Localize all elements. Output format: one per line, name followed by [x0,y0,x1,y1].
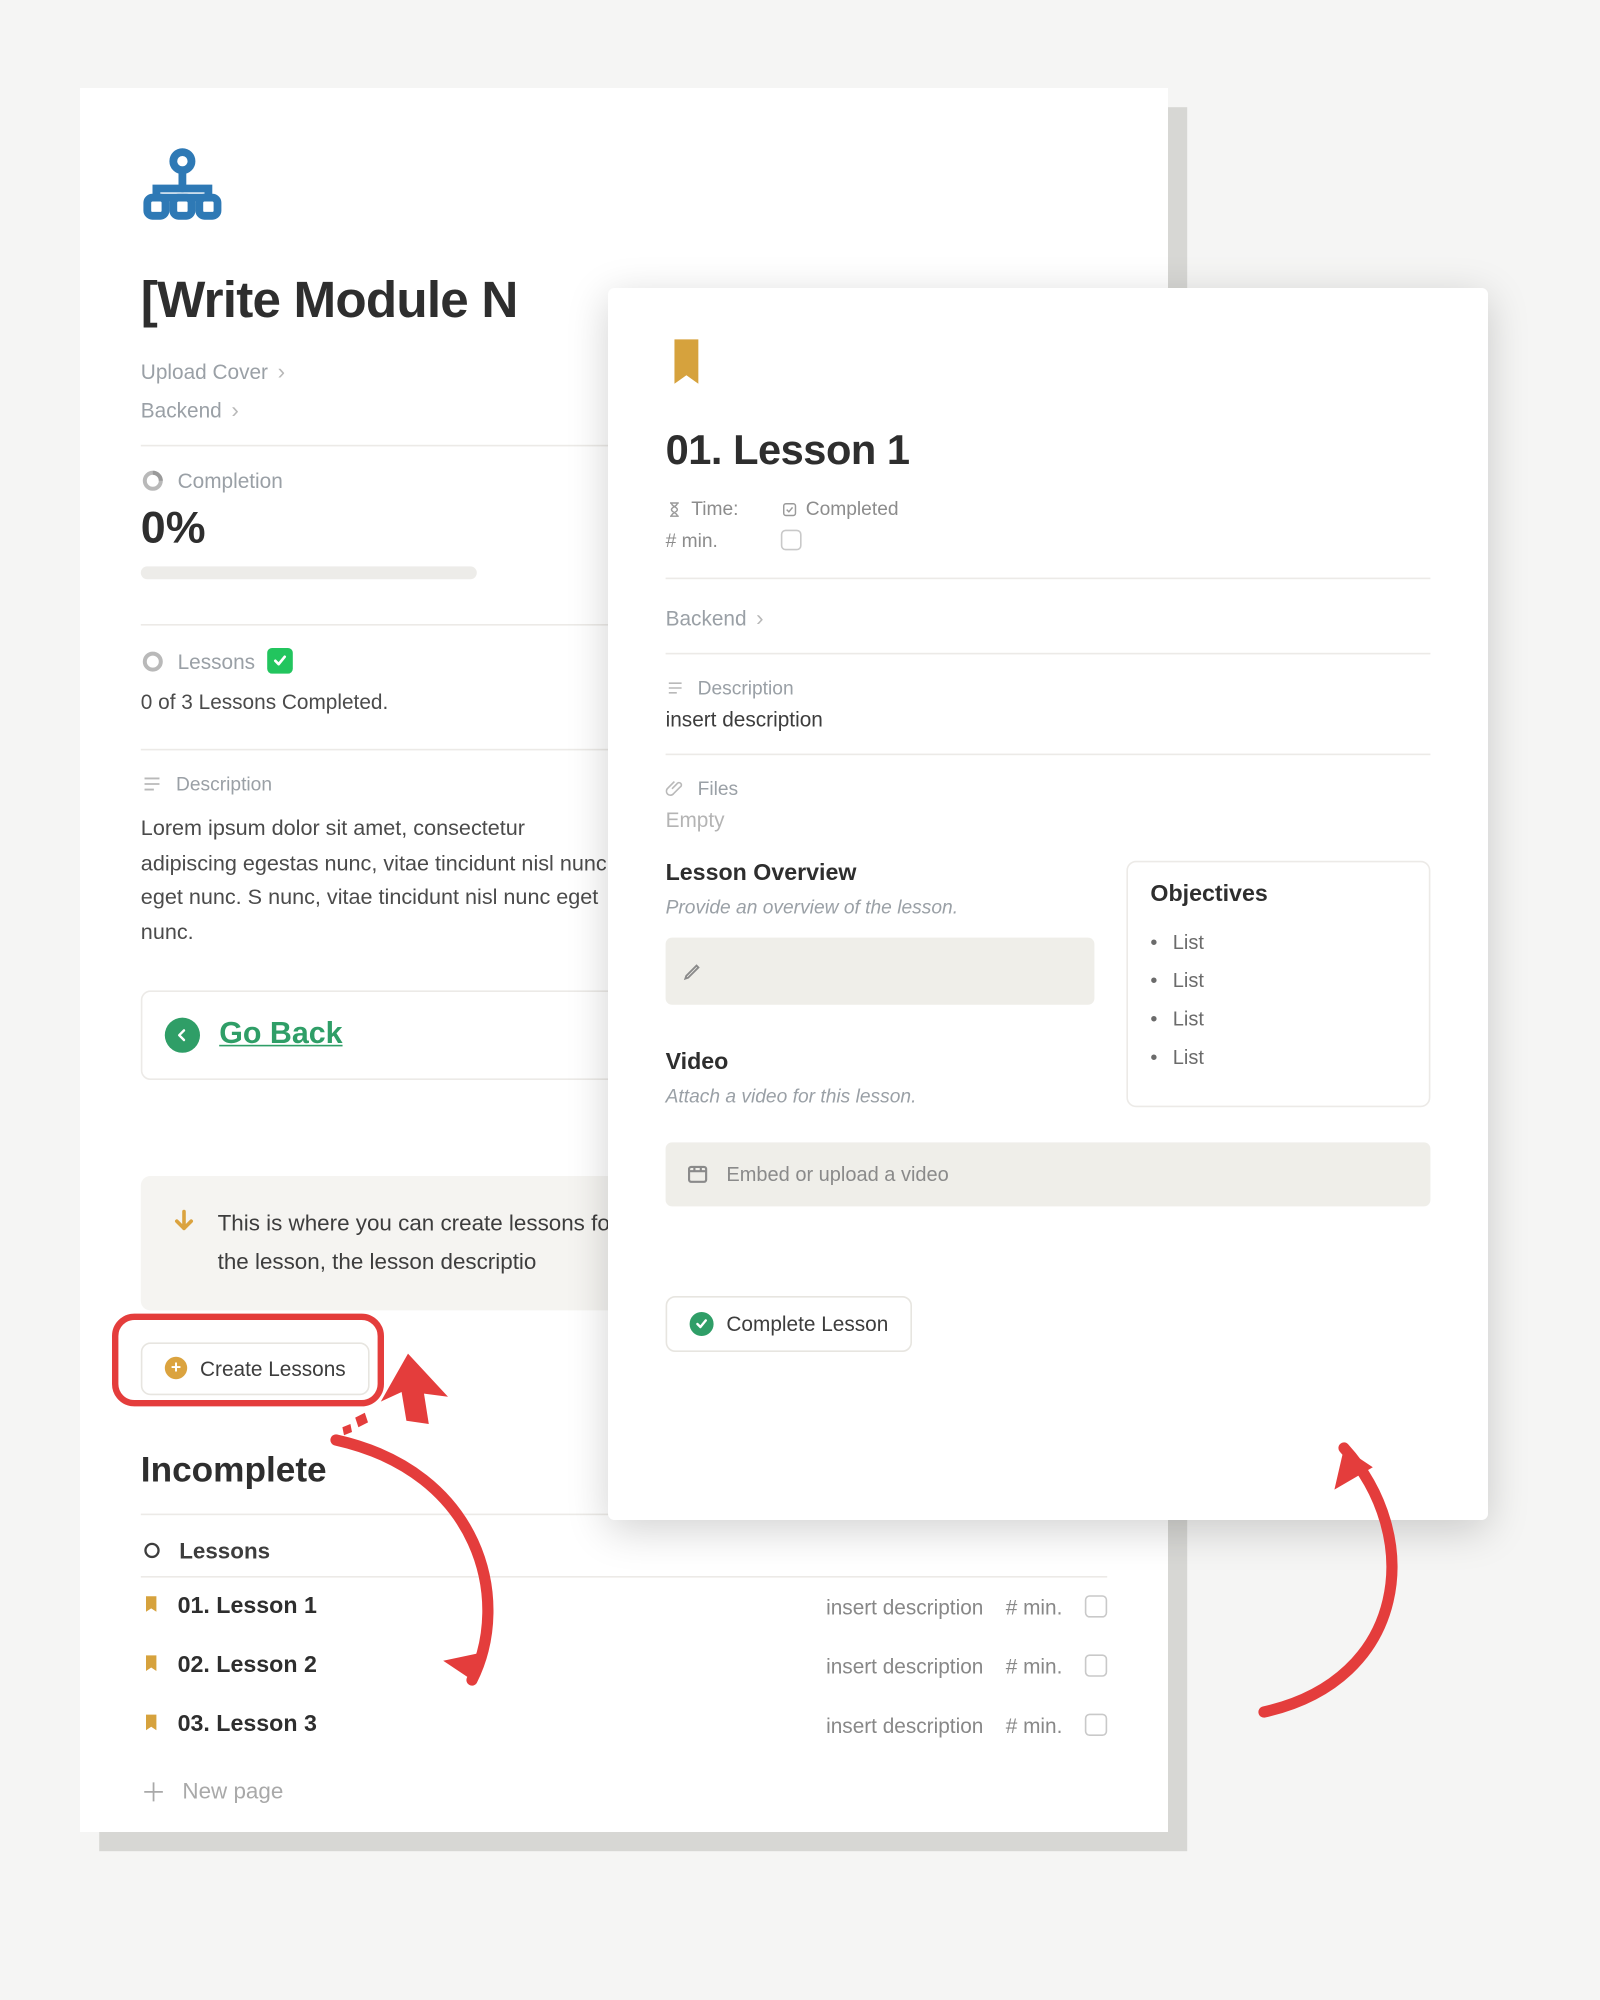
description-label: Description [176,773,272,795]
go-back-label: Go Back [219,1018,342,1053]
files-row: Files [666,778,1431,800]
complete-lesson-label: Complete Lesson [726,1312,888,1336]
video-hint: Attach a video for this lesson. [666,1085,1095,1107]
objective-item: List [1150,923,1406,961]
bookmark-icon [141,1592,162,1622]
completion-bar [141,566,477,579]
files-value: Empty [666,808,1431,832]
paperclip-icon [666,779,685,798]
breadcrumb-label: Backend [141,398,222,422]
film-icon [685,1162,711,1188]
breadcrumb-backend[interactable]: Backend [666,605,1431,631]
completed-checkbox[interactable] [780,530,801,551]
pencil-icon [682,960,704,982]
circle-icon [141,1539,163,1561]
time-value: # min. [666,530,739,552]
time-label: Time: [691,498,738,520]
complete-lesson-button[interactable]: Complete Lesson [666,1296,913,1352]
video-embed-button[interactable]: Embed or upload a video [666,1142,1431,1206]
completion-label: Completion [178,469,283,493]
chevron-right-icon [278,358,285,384]
files-label: Files [698,778,739,800]
lesson-checkbox[interactable] [1085,1596,1107,1618]
create-lessons-label: Create Lessons [200,1357,346,1381]
donut-icon [141,469,165,493]
lessons-label: Lessons [178,649,255,673]
objective-item: List [1150,1000,1406,1038]
divider [666,578,1431,580]
arrow-left-icon [165,1018,200,1053]
lessons-header: Lessons [141,1515,1107,1577]
lesson-time: # min. [1006,1595,1063,1619]
lesson-checkbox[interactable] [1085,1655,1107,1677]
lesson-title: 01. Lesson 1 [666,426,1431,476]
bookmark-icon [141,1710,162,1740]
hourglass-icon [666,500,684,518]
objectives-title: Objectives [1150,882,1406,908]
lesson-title[interactable]: 01. Lesson 1 [178,1594,317,1620]
lesson-time: # min. [1006,1654,1063,1678]
divider [666,754,1431,756]
breadcrumb-label: Backend [666,606,747,630]
check-badge-icon [268,648,294,674]
lesson-title[interactable]: 03. Lesson 3 [178,1713,317,1739]
lesson-list: Lessons 01. Lesson 1 insert description … [141,1514,1107,1826]
lesson-desc: insert description [826,1714,983,1738]
lesson-row: 03. Lesson 3 insert description # min. [141,1696,1107,1755]
overview-title: Lesson Overview [666,861,1095,887]
bookmark-icon [666,336,1431,400]
upload-cover-label: Upload Cover [141,359,268,383]
chevron-right-icon [231,397,238,423]
objective-item: List [1150,962,1406,1000]
check-circle-icon [690,1312,714,1336]
module-icon [141,146,224,229]
lesson-time: # min. [1006,1714,1063,1738]
divider [666,653,1431,655]
lesson-desc: insert description [826,1595,983,1619]
lines-icon [141,773,163,795]
arrow-down-icon [170,1209,199,1282]
lesson-desc: insert description [826,1654,983,1678]
overview-input[interactable] [666,938,1095,1005]
lines-icon [666,678,685,697]
lesson-panel: 01. Lesson 1 Time: # min. Completed Back… [608,288,1488,1520]
lesson-title[interactable]: 02. Lesson 2 [178,1654,317,1680]
video-title: Video [666,1050,1095,1076]
new-page-button[interactable]: ＋ New page [141,1755,1107,1825]
lesson-props: Time: # min. Completed [666,498,1431,552]
lesson-row: 02. Lesson 2 insert description # min. [141,1637,1107,1696]
plus-icon: ＋ [141,1771,167,1809]
lesson-checkbox[interactable] [1085,1714,1107,1736]
chevron-right-icon [756,605,763,631]
create-lessons-button[interactable]: + Create Lessons [141,1342,370,1395]
description-text: Lorem ipsum dolor sit amet, consectetur … [141,811,621,949]
donut-icon [141,649,165,673]
new-page-label: New page [182,1778,283,1804]
overview-column: Lesson Overview Provide an overview of t… [666,861,1095,1107]
completed-label: Completed [806,498,899,520]
bookmark-icon [141,1651,162,1681]
overview-hint: Provide an overview of the lesson. [666,896,1095,918]
lesson-row: 01. Lesson 1 insert description # min. [141,1578,1107,1637]
description-row: Description [666,677,1431,699]
checkbox-icon [780,500,798,518]
plus-circle-icon: + [165,1358,187,1380]
objectives-card: Objectives List List List List [1126,861,1430,1107]
description-value: insert description [666,707,1431,731]
video-placeholder: Embed or upload a video [726,1163,948,1185]
lessons-header-label: Lessons [179,1538,270,1564]
description-label: Description [698,677,794,699]
objective-item: List [1150,1038,1406,1076]
